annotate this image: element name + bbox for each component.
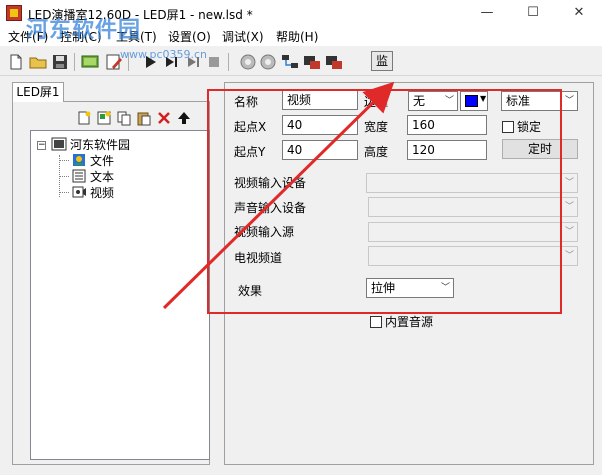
- chevron-down-icon: ﹀: [564, 96, 574, 106]
- display-icon[interactable]: [324, 52, 344, 72]
- app-icon: [6, 5, 22, 21]
- chevron-down-icon: ﹀: [444, 96, 454, 106]
- tree-node-label: 文本: [90, 170, 115, 184]
- effect-value: 拉伸: [371, 281, 396, 295]
- left-panel: LED屏1 − 河东软件园 文件 文本 视频: [12, 82, 210, 465]
- save-icon[interactable]: [50, 52, 70, 72]
- chevron-down-icon: ﹀: [564, 202, 574, 212]
- tv-channel-select[interactable]: ﹀: [368, 246, 578, 266]
- video-node-icon: [72, 186, 86, 198]
- connect-icon[interactable]: [238, 52, 258, 72]
- tree-line: [59, 176, 69, 177]
- video-device-select[interactable]: ﹀: [366, 173, 578, 193]
- add-program-icon[interactable]: [76, 110, 92, 126]
- tree-node-root[interactable]: 河东软件园: [51, 137, 130, 153]
- title-bar: LED演播室12.60D - LED屏1 - new.lsd * — ☐ ✕: [0, 0, 602, 26]
- menu-settings[interactable]: 设置(O): [168, 28, 211, 45]
- program-tree[interactable]: − 河东软件园 文件 文本 视频: [30, 130, 210, 460]
- chevron-down-icon: ﹀: [564, 178, 574, 188]
- border-value: 无: [413, 94, 426, 108]
- step-icon[interactable]: [162, 52, 182, 72]
- chevron-down-icon: ﹀: [564, 251, 574, 261]
- style-select[interactable]: 标准 ﹀: [501, 91, 578, 111]
- add-item-icon[interactable]: [96, 110, 112, 126]
- text-node-icon: [72, 169, 86, 183]
- toolbar: [0, 48, 602, 76]
- tree-node-text[interactable]: 文本: [71, 169, 114, 185]
- width-input[interactable]: 160: [407, 115, 487, 135]
- stop-icon[interactable]: [204, 52, 224, 72]
- timer-button[interactable]: 定时: [502, 139, 578, 159]
- tree-node-label: 文件: [90, 154, 115, 168]
- window-title: LED演播室12.60D - LED屏1 - new.lsd *: [28, 8, 253, 22]
- style-value: 标准: [506, 94, 531, 108]
- effect-select[interactable]: 拉伸 ﹀: [366, 278, 454, 298]
- border-select[interactable]: 无 ﹀: [408, 91, 458, 111]
- next-icon[interactable]: [184, 52, 204, 72]
- video-source-select[interactable]: ﹀: [368, 222, 578, 242]
- move-up-icon[interactable]: [176, 110, 192, 126]
- height-input[interactable]: 120: [407, 140, 487, 160]
- internal-audio-label: 内置音源: [385, 315, 434, 329]
- menu-debug[interactable]: 调试(X): [222, 28, 264, 45]
- tree-line: [59, 160, 69, 161]
- network-icon[interactable]: [280, 52, 300, 72]
- menu-tools[interactable]: 工具(T): [116, 28, 157, 45]
- paste-icon[interactable]: [136, 110, 152, 126]
- toolbar-separator: [228, 53, 229, 71]
- x-label: 起点X: [234, 120, 267, 134]
- edit-icon[interactable]: [104, 52, 124, 72]
- close-button[interactable]: ✕: [556, 0, 602, 26]
- maximize-button[interactable]: ☐: [510, 0, 556, 26]
- name-label: 名称: [234, 95, 259, 109]
- border-label: 边框: [364, 95, 389, 109]
- open-folder-icon[interactable]: [28, 52, 48, 72]
- tree-node-label: 河东软件园: [70, 138, 131, 152]
- tv-channel-label: 电视频道: [234, 251, 283, 265]
- menu-bar: 文件(F) 控制(C) 工具(T) 设置(O) 调试(X) 帮助(H): [0, 26, 602, 46]
- collapse-icon[interactable]: −: [37, 141, 46, 150]
- toolbar-separator: [128, 53, 129, 71]
- chevron-down-icon: ﹀: [564, 227, 574, 237]
- menu-file[interactable]: 文件(F): [8, 28, 48, 45]
- screen-icon[interactable]: [80, 52, 100, 72]
- new-file-icon[interactable]: [6, 52, 26, 72]
- tab-led-screen[interactable]: LED屏1: [12, 82, 64, 102]
- screen-node-icon: [51, 137, 67, 151]
- toolbar-separator: [74, 53, 75, 71]
- audio-device-select[interactable]: ﹀: [368, 197, 578, 217]
- audio-device-label: 声音输入设备: [234, 201, 307, 215]
- menu-control[interactable]: 控制(C): [60, 28, 102, 45]
- height-label: 高度: [364, 145, 389, 159]
- effect-label: 效果: [238, 284, 263, 298]
- video-device-label: 视频输入设备: [234, 176, 307, 190]
- lock-checkbox[interactable]: [502, 121, 514, 133]
- color-swatch: [465, 95, 478, 107]
- play-icon[interactable]: [140, 52, 160, 72]
- internal-audio-checkbox[interactable]: [370, 316, 382, 328]
- copy-icon[interactable]: [116, 110, 132, 126]
- tree-node-file[interactable]: 文件: [71, 153, 114, 169]
- menu-help[interactable]: 帮助(H): [276, 28, 318, 45]
- chevron-down-icon: ﹀: [440, 283, 450, 293]
- y-label: 起点Y: [234, 145, 266, 159]
- tree-toolbar: [76, 108, 202, 128]
- send-icon[interactable]: [302, 52, 322, 72]
- dropdown-arrow-icon: ▼: [480, 94, 487, 103]
- tree-line: [59, 192, 69, 193]
- tree-node-video[interactable]: 视频: [71, 185, 114, 201]
- disconnect-icon[interactable]: [258, 52, 278, 72]
- delete-icon[interactable]: [156, 110, 172, 126]
- video-source-label: 视频输入源: [234, 225, 295, 239]
- tree-node-label: 视频: [90, 186, 115, 200]
- name-input[interactable]: 视频: [282, 90, 358, 110]
- y-input[interactable]: 40: [282, 140, 358, 160]
- width-label: 宽度: [364, 120, 389, 134]
- file-node-icon: [73, 154, 85, 166]
- lock-label: 锁定: [517, 120, 542, 134]
- minimize-button[interactable]: —: [464, 0, 510, 26]
- x-input[interactable]: 40: [282, 115, 358, 135]
- monitor-button[interactable]: 监: [371, 51, 393, 71]
- border-color-picker[interactable]: ▼: [460, 91, 488, 111]
